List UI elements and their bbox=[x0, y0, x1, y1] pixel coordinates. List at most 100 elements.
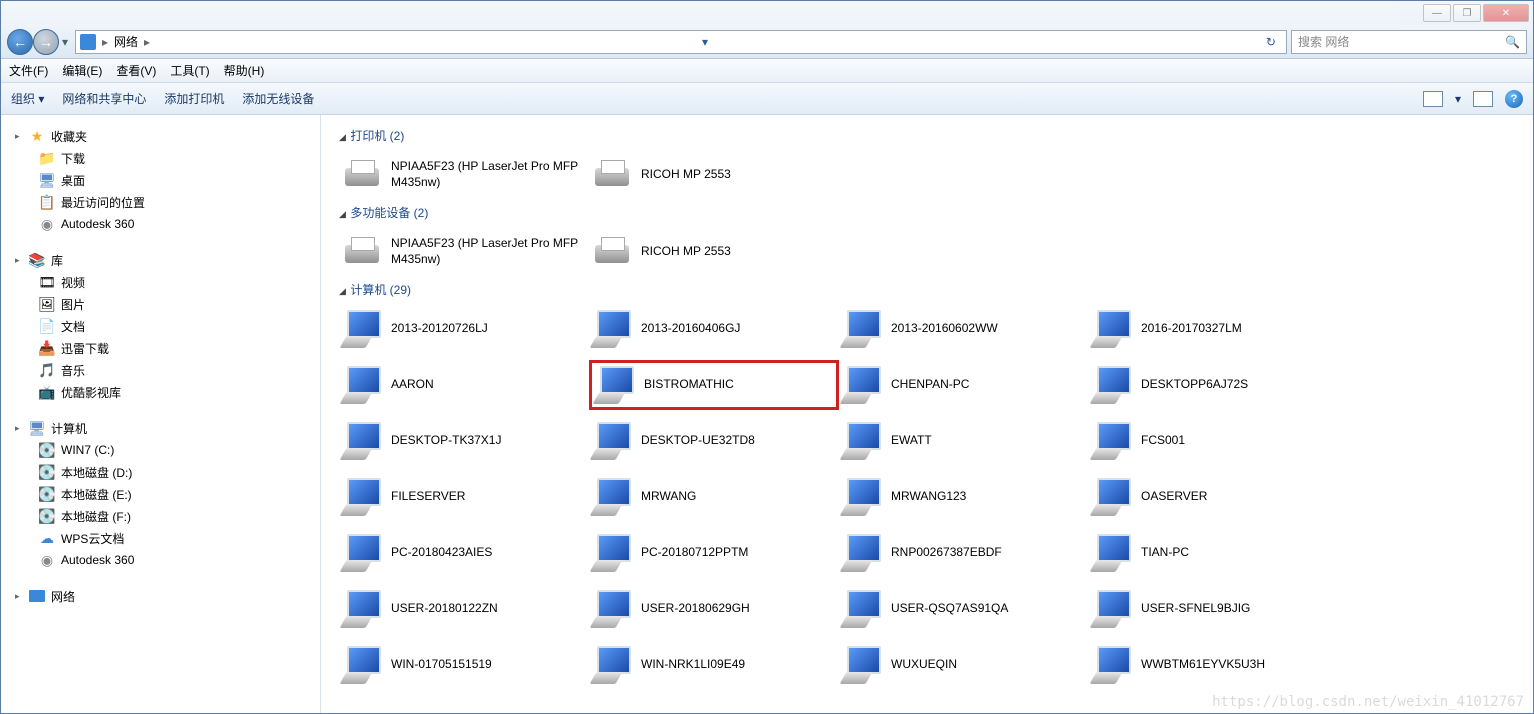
organize-button[interactable]: 组织 ▾ bbox=[11, 90, 44, 107]
printer-item[interactable]: NPIAA5F23 (HP LaserJet Pro MFP M435nw) bbox=[339, 227, 589, 277]
view-dropdown[interactable]: ▾ bbox=[1455, 92, 1461, 106]
network-icon bbox=[80, 34, 96, 50]
close-button[interactable]: ✕ bbox=[1483, 4, 1529, 22]
sidebar-item-music[interactable]: 🎵音乐 bbox=[1, 359, 320, 381]
drive-icon: 💽 bbox=[39, 464, 55, 480]
computer-item[interactable]: MRWANG bbox=[589, 472, 839, 522]
computer-item[interactable]: PC-20180423AIES bbox=[339, 528, 589, 578]
computer-item[interactable]: BISTROMATHIC bbox=[589, 360, 839, 410]
search-icon[interactable]: 🔍 bbox=[1505, 35, 1520, 49]
item-label: WIN-NRK1LI09E49 bbox=[641, 657, 745, 673]
menu-edit[interactable]: 编辑(E) bbox=[62, 62, 102, 79]
sidebar-item-documents[interactable]: 📄文档 bbox=[1, 315, 320, 337]
menu-file[interactable]: 文件(F) bbox=[9, 62, 48, 79]
computer-item[interactable]: CHENPAN-PC bbox=[839, 360, 1089, 410]
item-label: CHENPAN-PC bbox=[891, 377, 969, 393]
computer-item[interactable]: WIN-01705151519 bbox=[339, 640, 589, 690]
computer-item[interactable]: RNP00267387EBDF bbox=[839, 528, 1089, 578]
computer-item[interactable]: WWBTM61EYVK5U3H bbox=[1089, 640, 1339, 690]
computer-item[interactable]: WIN-NRK1LI09E49 bbox=[589, 640, 839, 690]
computer-icon bbox=[1091, 364, 1133, 406]
sidebar-item-drive-d[interactable]: 💽本地磁盘 (D:) bbox=[1, 461, 320, 483]
refresh-button[interactable]: ↻ bbox=[1260, 35, 1282, 49]
address-bar[interactable]: ▸ 网络 ▸ ▾ ↻ bbox=[75, 30, 1287, 54]
printer-icon bbox=[591, 154, 633, 196]
menu-view[interactable]: 查看(V) bbox=[116, 62, 156, 79]
add-printer-button[interactable]: 添加打印机 bbox=[164, 90, 224, 107]
printer-icon bbox=[341, 231, 383, 273]
sidebar-item-videos[interactable]: 🎞视频 bbox=[1, 271, 320, 293]
computer-item[interactable]: 2013-20160406GJ bbox=[589, 304, 839, 354]
computer-item[interactable]: AARON bbox=[339, 360, 589, 410]
computer-item[interactable]: TIAN-PC bbox=[1089, 528, 1339, 578]
menu-tools[interactable]: 工具(T) bbox=[170, 62, 209, 79]
youku-icon: 📺 bbox=[39, 384, 55, 400]
computer-icon bbox=[841, 364, 883, 406]
item-label: 2013-20160406GJ bbox=[641, 321, 740, 337]
group-header[interactable]: ◢ 计算机 (29) bbox=[325, 277, 1529, 304]
sidebar-computer[interactable]: ▸🖥 计算机 bbox=[1, 417, 320, 439]
music-icon: 🎵 bbox=[39, 362, 55, 378]
sidebar-item-pictures[interactable]: 🖼图片 bbox=[1, 293, 320, 315]
computer-item[interactable]: 2016-20170327LM bbox=[1089, 304, 1339, 354]
sidebar-item-youku[interactable]: 📺优酷影视库 bbox=[1, 381, 320, 403]
preview-pane-button[interactable] bbox=[1473, 91, 1493, 107]
sidebar-item-drive-c[interactable]: 💽WIN7 (C:) bbox=[1, 439, 320, 461]
sidebar-libraries[interactable]: ▸📚 库 bbox=[1, 249, 320, 271]
menu-help[interactable]: 帮助(H) bbox=[224, 62, 265, 79]
printer-item[interactable]: RICOH MP 2553 bbox=[589, 227, 839, 277]
forward-button[interactable]: → bbox=[33, 29, 59, 55]
sidebar-favorites[interactable]: ▸★ 收藏夹 bbox=[1, 125, 320, 147]
maximize-button[interactable]: ❐ bbox=[1453, 4, 1481, 22]
breadcrumb-location[interactable]: 网络 bbox=[114, 33, 138, 50]
search-box[interactable]: 搜索 网络 🔍 bbox=[1291, 30, 1527, 54]
computer-item[interactable]: USER-20180122ZN bbox=[339, 584, 589, 634]
group-header[interactable]: ◢ 打印机 (2) bbox=[325, 123, 1529, 150]
sidebar-item-recent[interactable]: 📋最近访问的位置 bbox=[1, 191, 320, 213]
computer-item[interactable]: FILESERVER bbox=[339, 472, 589, 522]
item-label: USER-20180629GH bbox=[641, 601, 750, 617]
printer-item[interactable]: RICOH MP 2553 bbox=[589, 150, 839, 200]
computer-item[interactable]: MRWANG123 bbox=[839, 472, 1089, 522]
item-label: RICOH MP 2553 bbox=[641, 244, 731, 260]
computer-item[interactable]: DESKTOP-UE32TD8 bbox=[589, 416, 839, 466]
computer-item[interactable]: USER-20180629GH bbox=[589, 584, 839, 634]
item-label: PC-20180712PPTM bbox=[641, 545, 748, 561]
breadcrumb-sep2[interactable]: ▸ bbox=[144, 35, 150, 49]
computer-icon bbox=[341, 364, 383, 406]
computer-item[interactable]: USER-QSQ7AS91QA bbox=[839, 584, 1089, 634]
address-dropdown[interactable]: ▾ bbox=[696, 35, 714, 49]
computer-item[interactable]: USER-SFNEL9BJIG bbox=[1089, 584, 1339, 634]
sidebar-item-autodesk2[interactable]: ◉Autodesk 360 bbox=[1, 549, 320, 571]
computer-item[interactable]: EWATT bbox=[839, 416, 1089, 466]
group-header[interactable]: ◢ 多功能设备 (2) bbox=[325, 200, 1529, 227]
computer-item[interactable]: DESKTOPP6AJ72S bbox=[1089, 360, 1339, 410]
sidebar-item-thunder[interactable]: 📥迅雷下载 bbox=[1, 337, 320, 359]
computer-item[interactable]: 2013-20120726LJ bbox=[339, 304, 589, 354]
folder-icon: 📁 bbox=[39, 150, 55, 166]
item-label: NPIAA5F23 (HP LaserJet Pro MFP M435nw) bbox=[391, 236, 587, 267]
sidebar-item-drive-e[interactable]: 💽本地磁盘 (E:) bbox=[1, 483, 320, 505]
computer-item[interactable]: 2013-20160602WW bbox=[839, 304, 1089, 354]
help-button[interactable]: ? bbox=[1505, 90, 1523, 108]
sidebar-item-drive-f[interactable]: 💽本地磁盘 (F:) bbox=[1, 505, 320, 527]
minimize-button[interactable]: — bbox=[1423, 4, 1451, 22]
add-wireless-button[interactable]: 添加无线设备 bbox=[242, 90, 314, 107]
printer-item[interactable]: NPIAA5F23 (HP LaserJet Pro MFP M435nw) bbox=[339, 150, 589, 200]
computer-item[interactable]: DESKTOP-TK37X1J bbox=[339, 416, 589, 466]
sidebar-item-desktop[interactable]: 🖥桌面 bbox=[1, 169, 320, 191]
sidebar-item-wps[interactable]: ☁WPS云文档 bbox=[1, 527, 320, 549]
computer-item[interactable]: OASERVER bbox=[1089, 472, 1339, 522]
back-button[interactable]: ← bbox=[7, 29, 33, 55]
history-dropdown[interactable]: ▾ bbox=[59, 29, 71, 55]
sidebar-network[interactable]: ▸ 网络 bbox=[1, 585, 320, 607]
computer-item[interactable]: PC-20180712PPTM bbox=[589, 528, 839, 578]
sidebar-item-downloads[interactable]: 📁下载 bbox=[1, 147, 320, 169]
network-center-button[interactable]: 网络和共享中心 bbox=[62, 90, 146, 107]
computer-item[interactable]: WUXUEQIN bbox=[839, 640, 1089, 690]
computer-icon bbox=[1091, 588, 1133, 630]
view-mode-button[interactable] bbox=[1423, 91, 1443, 107]
computer-item[interactable]: FCS001 bbox=[1089, 416, 1339, 466]
computer-icon bbox=[1091, 644, 1133, 686]
sidebar-item-autodesk[interactable]: ◉Autodesk 360 bbox=[1, 213, 320, 235]
